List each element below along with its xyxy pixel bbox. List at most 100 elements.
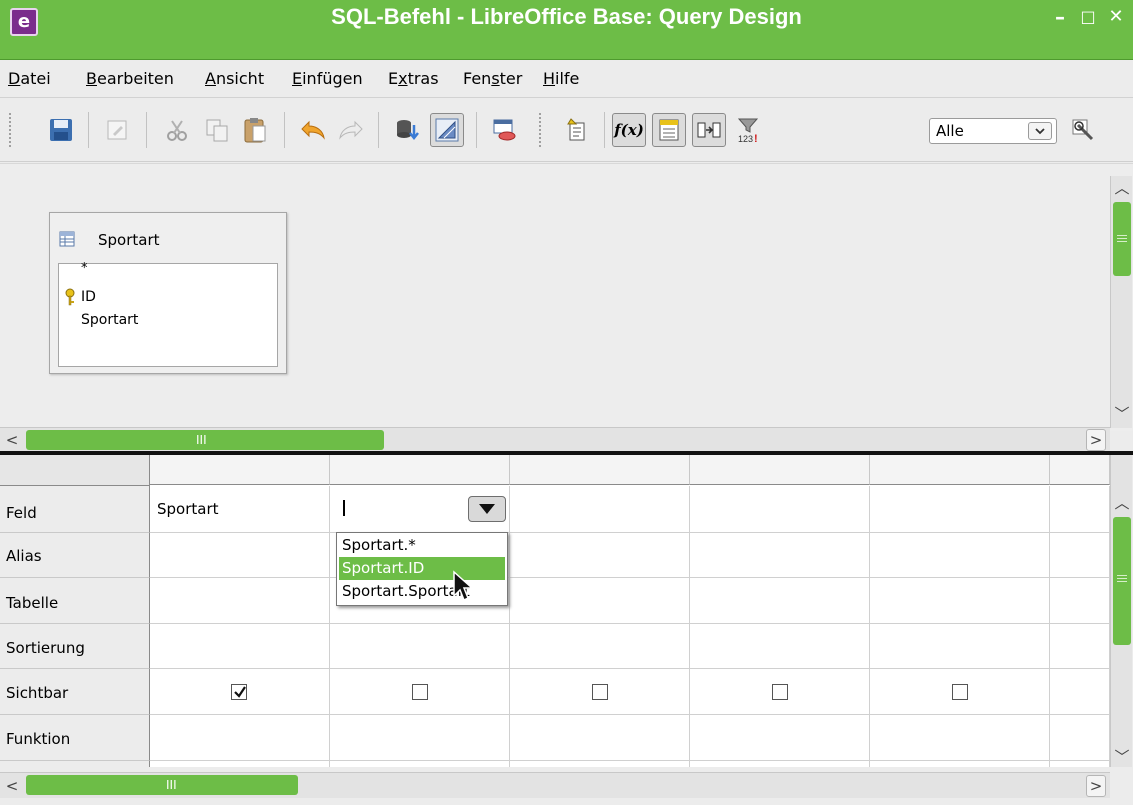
menu-datei[interactable]: Datei	[8, 69, 51, 88]
grid-cell[interactable]	[330, 761, 510, 767]
grid-cell[interactable]	[690, 486, 870, 533]
scroll-left-icon[interactable]: <	[2, 429, 22, 451]
grid-cell[interactable]	[510, 486, 690, 533]
scroll-down-icon[interactable]: ﹀	[1112, 745, 1132, 767]
scroll-up-icon[interactable]: ︿	[1112, 176, 1132, 198]
column-header-6[interactable]	[1050, 455, 1110, 485]
option-sportart-sportart[interactable]: Sportart.Sportart	[339, 580, 505, 603]
scroll-thumb[interactable]: III	[26, 775, 298, 795]
grid-cell[interactable]	[1050, 533, 1110, 578]
chevron-down-icon[interactable]	[1028, 122, 1052, 140]
grid-cell[interactable]	[870, 533, 1050, 578]
undo-icon[interactable]	[296, 113, 330, 147]
grid-cell[interactable]	[690, 761, 870, 767]
grid-hscrollbar[interactable]: < III >	[0, 772, 1110, 798]
visible-checkbox-4[interactable]	[772, 684, 788, 700]
minimize-button[interactable]: –	[1047, 6, 1073, 28]
column-header-2[interactable]	[330, 455, 510, 485]
grid-cell[interactable]	[870, 761, 1050, 767]
grid-cell[interactable]	[1050, 486, 1110, 533]
scroll-up-icon[interactable]: ︿	[1112, 491, 1132, 513]
edit-icon[interactable]	[100, 113, 134, 147]
grid-cell[interactable]	[150, 715, 330, 761]
grid-cell[interactable]	[330, 624, 510, 669]
copy-icon[interactable]	[200, 113, 234, 147]
grid-cell[interactable]	[690, 624, 870, 669]
column-header-3[interactable]	[510, 455, 690, 485]
grid-cell[interactable]	[1050, 578, 1110, 624]
toolbar-grip[interactable]	[538, 112, 542, 148]
grid-cell[interactable]	[150, 533, 330, 578]
run-query-icon[interactable]	[390, 113, 424, 147]
menu-hilfe[interactable]: Hilfe	[543, 69, 579, 88]
field-id[interactable]: ID	[81, 289, 96, 305]
menu-ansicht[interactable]: Ansicht	[205, 69, 264, 88]
paste-icon[interactable]	[238, 113, 272, 147]
visible-checkbox-5[interactable]	[952, 684, 968, 700]
grid-cell[interactable]	[1050, 715, 1110, 761]
field-sportart[interactable]: Sportart	[81, 312, 138, 328]
visible-checkbox-1[interactable]	[231, 684, 247, 700]
menu-extras[interactable]: Extras	[388, 69, 439, 88]
field-all[interactable]: *	[81, 261, 88, 276]
zoom-icon[interactable]	[1066, 113, 1100, 147]
grid-vscrollbar[interactable]: ︿ ﹀	[1110, 455, 1132, 767]
grid-cell[interactable]	[870, 578, 1050, 624]
grid-cell[interactable]	[510, 578, 690, 624]
table-name-icon[interactable]	[652, 113, 686, 147]
scroll-right-icon[interactable]: >	[1086, 775, 1106, 797]
grid-cell[interactable]	[1050, 624, 1110, 669]
scroll-left-icon[interactable]: <	[2, 775, 22, 797]
design-view-icon[interactable]	[430, 113, 464, 147]
column-header-5[interactable]	[870, 455, 1050, 485]
grid-cell[interactable]	[690, 715, 870, 761]
column-header-4[interactable]	[690, 455, 870, 485]
cut-icon[interactable]	[160, 113, 194, 147]
visible-checkbox-3[interactable]	[592, 684, 608, 700]
visible-checkbox-2[interactable]	[412, 684, 428, 700]
limit-select[interactable]: Alle	[929, 118, 1057, 144]
table-window-sportart[interactable]: Sportart * ID Sportart	[49, 212, 287, 374]
dropdown-arrow-icon[interactable]	[468, 496, 506, 522]
grid-cell[interactable]	[1050, 761, 1110, 767]
grid-cell[interactable]	[870, 486, 1050, 533]
field-combobox[interactable]	[334, 488, 510, 526]
grid-cell[interactable]	[510, 761, 690, 767]
menu-bearbeiten[interactable]: Bearbeiten	[86, 69, 174, 88]
scroll-right-icon[interactable]: >	[1086, 429, 1106, 451]
grid-cell[interactable]	[150, 624, 330, 669]
grid-cell[interactable]	[150, 761, 330, 767]
grid-cell[interactable]	[1050, 669, 1110, 715]
grid-cell[interactable]	[690, 533, 870, 578]
functions-icon[interactable]: f(x)	[612, 113, 646, 147]
add-field-icon[interactable]	[560, 113, 594, 147]
maximize-button[interactable]: □	[1075, 6, 1101, 28]
alias-icon[interactable]	[692, 113, 726, 147]
menu-fenster[interactable]: Fenster	[463, 69, 522, 88]
distinct-values-icon[interactable]: 123!	[732, 113, 766, 147]
scroll-down-icon[interactable]: ﹀	[1112, 402, 1132, 424]
table-area-hscrollbar[interactable]: < III >	[0, 427, 1110, 451]
redo-icon[interactable]	[334, 113, 368, 147]
field-cell-1[interactable]: Sportart	[157, 500, 219, 518]
scroll-thumb[interactable]: III	[26, 430, 384, 450]
scroll-thumb[interactable]	[1113, 517, 1131, 645]
scroll-thumb[interactable]	[1113, 202, 1131, 276]
grid-cell[interactable]	[330, 715, 510, 761]
grid-cell[interactable]	[510, 715, 690, 761]
grid-cell[interactable]	[510, 533, 690, 578]
grid-cell[interactable]	[690, 578, 870, 624]
grid-cell[interactable]	[870, 715, 1050, 761]
option-sportart-id[interactable]: Sportart.ID	[339, 557, 505, 580]
table-area-vscrollbar[interactable]: ︿ ﹀	[1110, 176, 1132, 428]
menu-einfuegen[interactable]: Einfügen	[292, 69, 363, 88]
grid-cell[interactable]	[150, 578, 330, 624]
option-sportart-all[interactable]: Sportart.*	[339, 534, 505, 557]
toolbar-grip[interactable]	[8, 112, 12, 148]
save-icon[interactable]	[44, 113, 78, 147]
add-table-icon[interactable]	[488, 113, 522, 147]
column-header-1[interactable]	[150, 455, 330, 485]
grid-cell[interactable]	[510, 624, 690, 669]
grid-cell[interactable]	[870, 624, 1050, 669]
close-button[interactable]: ✕	[1103, 6, 1129, 28]
